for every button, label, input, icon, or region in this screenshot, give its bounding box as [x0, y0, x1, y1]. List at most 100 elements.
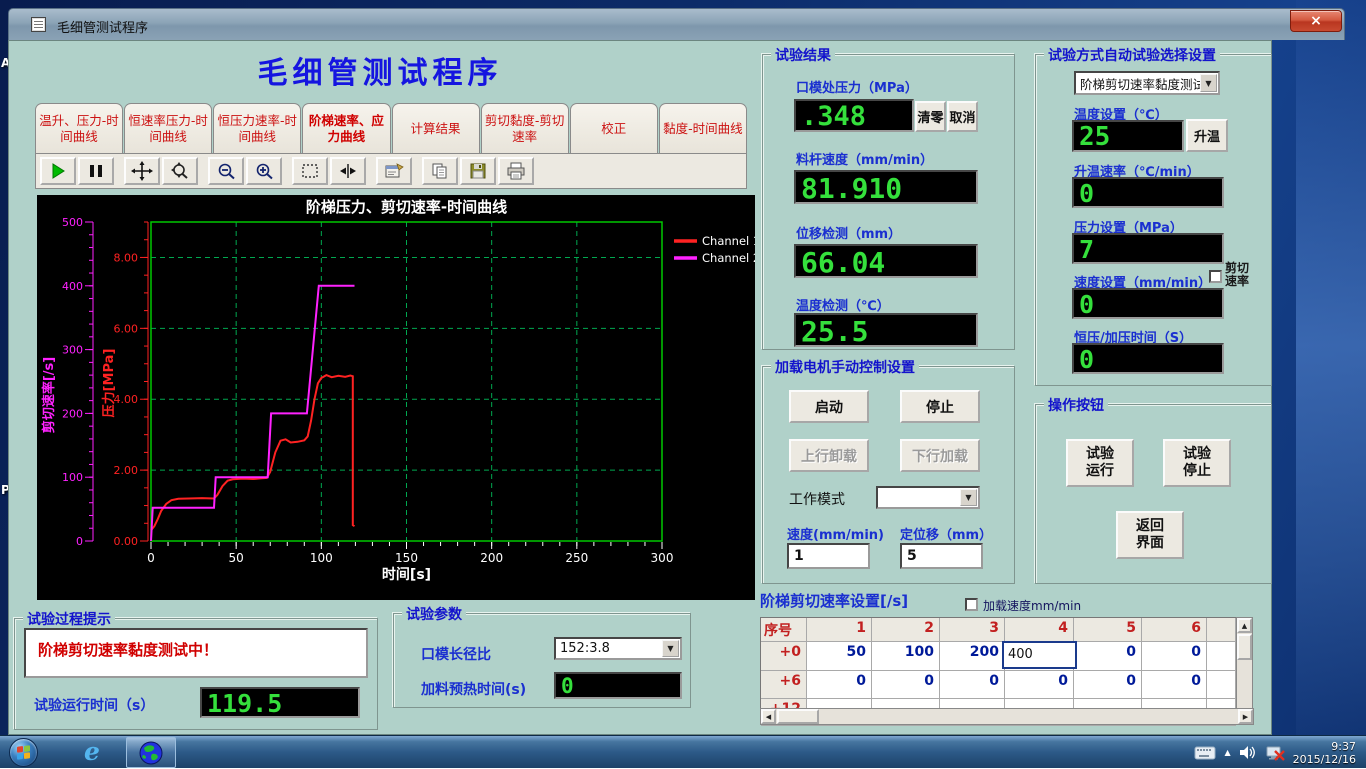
clock[interactable]: 9:37 2015/12/16 — [1293, 740, 1362, 766]
step-table-title: 阶梯剪切速率设置[/s] — [760, 590, 908, 611]
table-cell[interactable]: 0 — [1074, 642, 1142, 671]
test-params-group: 试验参数 口模长径比 152:3.8 ▼ 加料预热时间(s) 0 — [393, 613, 691, 708]
stop-button[interactable]: 停止 — [900, 390, 980, 423]
test-mode-select[interactable]: 阶梯剪切速率黏度测试 ▼ — [1074, 71, 1220, 95]
zoom-box-button[interactable] — [292, 157, 328, 185]
app-taskbar-button[interactable] — [126, 737, 176, 768]
start-button[interactable] — [9, 738, 38, 767]
start-button[interactable]: 启动 — [789, 390, 869, 423]
zero-button[interactable]: 清零 — [915, 101, 946, 132]
svg-text:150: 150 — [395, 551, 418, 565]
table-cell[interactable]: 0 — [872, 671, 940, 699]
zoom-out-button[interactable] — [208, 157, 244, 185]
runtime-display: 119.5 — [200, 687, 360, 718]
window-title: 毛细管测试程序 — [57, 17, 148, 36]
table-cell[interactable]: 100 — [872, 642, 940, 671]
properties-icon — [384, 162, 404, 180]
table-cell[interactable]: 1 — [807, 618, 872, 642]
network-error-icon[interactable] — [1265, 745, 1285, 761]
scroll-left-icon[interactable]: ◀ — [761, 709, 776, 724]
table-horizontal-scrollbar[interactable]: ◀ ▶ — [760, 708, 1254, 725]
scroll-up-icon[interactable]: ▲ — [1237, 618, 1252, 633]
die-ratio-select[interactable]: 152:3.8 ▼ — [554, 637, 682, 660]
copy-icon — [430, 162, 450, 180]
table-cell[interactable] — [1207, 642, 1236, 671]
scroll-right-icon[interactable]: ▶ — [1238, 709, 1253, 724]
cancel-button[interactable]: 取消 — [947, 101, 978, 132]
svg-text:0: 0 — [76, 535, 83, 548]
tab-6[interactable]: 校正 — [570, 103, 658, 153]
heat-up-button[interactable]: 升温 — [1186, 119, 1228, 152]
up-unload-button[interactable]: 上行卸载 — [789, 439, 869, 472]
svg-text:50: 50 — [229, 551, 244, 565]
table-cell[interactable]: 0 — [807, 671, 872, 699]
table-cell[interactable] — [1207, 618, 1236, 642]
table-cell[interactable]: 0 — [1074, 671, 1142, 699]
work-mode-select[interactable]: ▼ — [876, 486, 980, 509]
tab-0[interactable]: 温升、压力-时间曲线 — [35, 103, 123, 153]
pressure-set-display: 7 — [1072, 233, 1224, 264]
chevron-down-icon[interactable]: ▼ — [960, 489, 977, 506]
tab-5[interactable]: 剪切黏度-剪切速率 — [481, 103, 569, 153]
die-ratio-value: 152:3.8 — [560, 641, 610, 656]
tab-4[interactable]: 计算结果 — [392, 103, 480, 153]
table-cell[interactable]: 200 — [940, 642, 1005, 671]
chevron-down-icon[interactable]: ▼ — [1200, 74, 1217, 92]
vscroll-thumb[interactable] — [1237, 634, 1252, 660]
print-icon — [506, 162, 526, 180]
show-hidden-icons[interactable]: ▲ — [1224, 748, 1230, 757]
test-stop-button[interactable]: 试验 停止 — [1163, 439, 1231, 487]
table-cell[interactable]: +6 — [761, 671, 807, 699]
down-load-button[interactable]: 下行加载 — [900, 439, 980, 472]
return-ui-button[interactable]: 返回 界面 — [1116, 511, 1184, 559]
test-params-title: 试验参数 — [402, 604, 466, 624]
svg-text:200: 200 — [62, 407, 83, 420]
table-cell[interactable]: 2 — [872, 618, 940, 642]
table-edit-cell-input[interactable]: 400 — [1002, 641, 1077, 669]
ie-taskbar-icon[interactable]: e — [72, 739, 112, 767]
table-cell[interactable]: 5 — [1074, 618, 1142, 642]
zoom-tool-button[interactable] — [162, 157, 198, 185]
tab-7[interactable]: 黏度-时间曲线 — [659, 103, 747, 153]
tab-2[interactable]: 恒压力速率-时间曲线 — [213, 103, 301, 153]
table-cell[interactable]: +0 — [761, 642, 807, 671]
table-cell[interactable]: 0 — [1142, 642, 1207, 671]
set-displacement-label: 定位移（mm） — [900, 524, 992, 543]
svg-text:200: 200 — [480, 551, 503, 565]
zoom-in-button[interactable] — [246, 157, 282, 185]
tab-3[interactable]: 阶梯速率、应力曲线 — [302, 103, 390, 153]
test-run-button[interactable]: 试验 运行 — [1066, 439, 1134, 487]
copy-button[interactable] — [422, 157, 458, 185]
process-message-box: 阶梯剪切速率黏度测试中！ — [24, 628, 368, 678]
save-button[interactable] — [460, 157, 496, 185]
svg-text:0: 0 — [147, 551, 155, 565]
keyboard-icon[interactable] — [1194, 746, 1216, 760]
tab-1[interactable]: 恒速率压力-时间曲线 — [124, 103, 212, 153]
svg-text:100: 100 — [62, 471, 83, 484]
set-displacement-input[interactable]: 5 — [900, 543, 983, 569]
table-cell[interactable]: 0 — [1005, 671, 1074, 699]
table-cell[interactable] — [1207, 671, 1236, 699]
load-speed-checkbox[interactable] — [965, 598, 978, 611]
properties-button[interactable] — [376, 157, 412, 185]
speaker-icon[interactable] — [1239, 745, 1257, 760]
manual-speed-input[interactable]: 1 — [787, 543, 870, 569]
table-cell[interactable]: 0 — [940, 671, 1005, 699]
run-button[interactable] — [40, 157, 76, 185]
table-cell[interactable]: 序号 — [761, 618, 807, 642]
table-cell[interactable]: 50 — [807, 642, 872, 671]
table-cell[interactable]: 0 — [1142, 671, 1207, 699]
table-cell[interactable]: 4 — [1005, 618, 1074, 642]
table-cell[interactable]: 3 — [940, 618, 1005, 642]
table-cell[interactable]: 6 — [1142, 618, 1207, 642]
pan-tool-button[interactable] — [124, 157, 160, 185]
print-button[interactable] — [498, 157, 534, 185]
chevron-down-icon[interactable]: ▼ — [662, 640, 679, 657]
svg-text:250: 250 — [565, 551, 588, 565]
shear-rate-checkbox[interactable] — [1209, 270, 1222, 283]
cursor-compare-button[interactable] — [330, 157, 366, 185]
hscroll-thumb[interactable] — [777, 709, 819, 724]
window-titlebar[interactable]: 毛细管测试程序 × — [8, 8, 1345, 40]
close-button[interactable]: × — [1290, 10, 1342, 32]
pause-button[interactable] — [78, 157, 114, 185]
